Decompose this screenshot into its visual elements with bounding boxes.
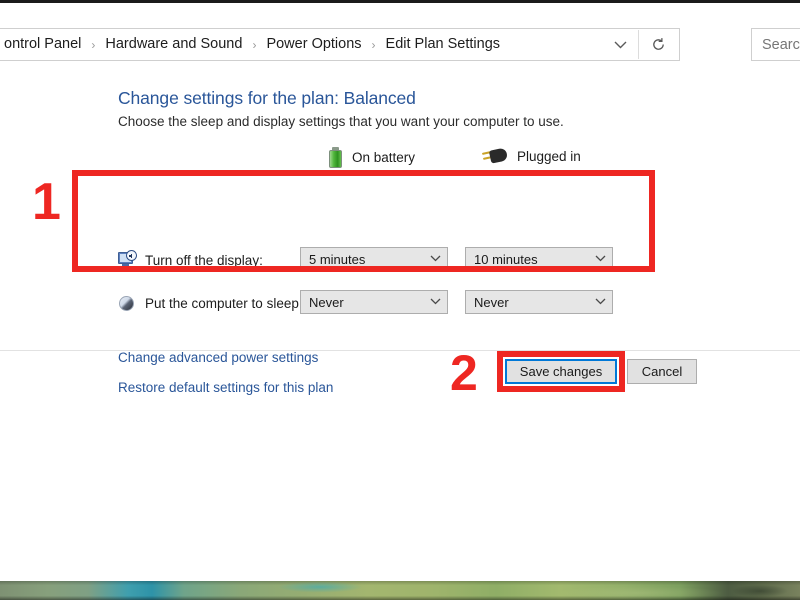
footer-divider <box>0 350 800 351</box>
refresh-icon <box>651 37 666 52</box>
chevron-down-icon <box>595 297 606 308</box>
main-content: Change settings for the plan: Balanced C… <box>0 61 800 350</box>
column-header-on-battery: On battery <box>328 147 415 168</box>
sleep-moon-icon <box>118 294 136 312</box>
annotation-step-number-2: 2 <box>450 348 478 398</box>
dropdown-value: 10 minutes <box>474 252 538 267</box>
refresh-button[interactable] <box>638 30 678 59</box>
breadcrumb-separator-icon: › <box>245 39 263 51</box>
window-chrome-edge <box>0 0 800 3</box>
wallpaper-detail <box>0 581 800 600</box>
dropdown-turn-off-display-on-battery[interactable]: 5 minutes <box>300 247 448 271</box>
chevron-down-icon <box>430 254 441 265</box>
dropdown-put-computer-to-sleep-on-battery[interactable]: Never <box>300 290 448 314</box>
dropdown-value: 5 minutes <box>309 252 365 267</box>
search-box[interactable]: Search <box>751 28 800 61</box>
link-restore-default-settings[interactable]: Restore default settings for this plan <box>118 380 333 395</box>
dropdown-value: Never <box>474 295 509 310</box>
setting-row-turn-off-display: Turn off the display: <box>118 247 263 273</box>
breadcrumb-item-power-options[interactable]: Power Options <box>263 37 364 52</box>
page-subtitle: Choose the sleep and display settings th… <box>118 114 564 129</box>
chevron-down-icon <box>430 297 441 308</box>
breadcrumb-separator-icon: › <box>84 39 102 51</box>
address-history-dropdown-button[interactable] <box>605 29 635 60</box>
battery-icon <box>328 147 343 168</box>
link-change-advanced-power-settings[interactable]: Change advanced power settings <box>118 350 318 365</box>
cancel-button[interactable]: Cancel <box>627 359 697 384</box>
breadcrumb-item-hardware-and-sound[interactable]: Hardware and Sound <box>102 37 245 52</box>
dropdown-value: Never <box>309 295 344 310</box>
setting-label-put-computer-to-sleep: Put the computer to sleep: <box>145 296 303 311</box>
search-placeholder: Search <box>762 37 800 53</box>
screen: ontrol Panel › Hardware and Sound › Powe… <box>0 0 800 600</box>
breadcrumb-address-field[interactable]: ontrol Panel › Hardware and Sound › Powe… <box>0 28 680 61</box>
dropdown-put-computer-to-sleep-plugged-in[interactable]: Never <box>465 290 613 314</box>
setting-label-turn-off-display: Turn off the display: <box>145 253 263 268</box>
desktop-wallpaper <box>0 581 800 600</box>
column-header-on-battery-label: On battery <box>352 150 415 165</box>
column-header-plugged-in: Plugged in <box>482 147 581 165</box>
page-title: Change settings for the plan: Balanced <box>118 88 416 109</box>
column-header-plugged-in-label: Plugged in <box>517 149 581 164</box>
setting-row-put-computer-to-sleep: Put the computer to sleep: <box>118 290 303 316</box>
breadcrumb-item-edit-plan-settings[interactable]: Edit Plan Settings <box>383 37 503 52</box>
breadcrumb-separator-icon: › <box>365 39 383 51</box>
breadcrumb-item-control-panel[interactable]: ontrol Panel <box>1 37 84 52</box>
address-bar: ontrol Panel › Hardware and Sound › Powe… <box>0 28 800 61</box>
monitor-clock-icon <box>118 251 136 269</box>
save-changes-button[interactable]: Save changes <box>505 359 617 384</box>
dropdown-turn-off-display-plugged-in[interactable]: 10 minutes <box>465 247 613 271</box>
chevron-down-icon <box>595 254 606 265</box>
breadcrumb: ontrol Panel › Hardware and Sound › Powe… <box>0 37 503 52</box>
chevron-down-icon <box>614 41 627 49</box>
plug-icon <box>482 147 508 165</box>
